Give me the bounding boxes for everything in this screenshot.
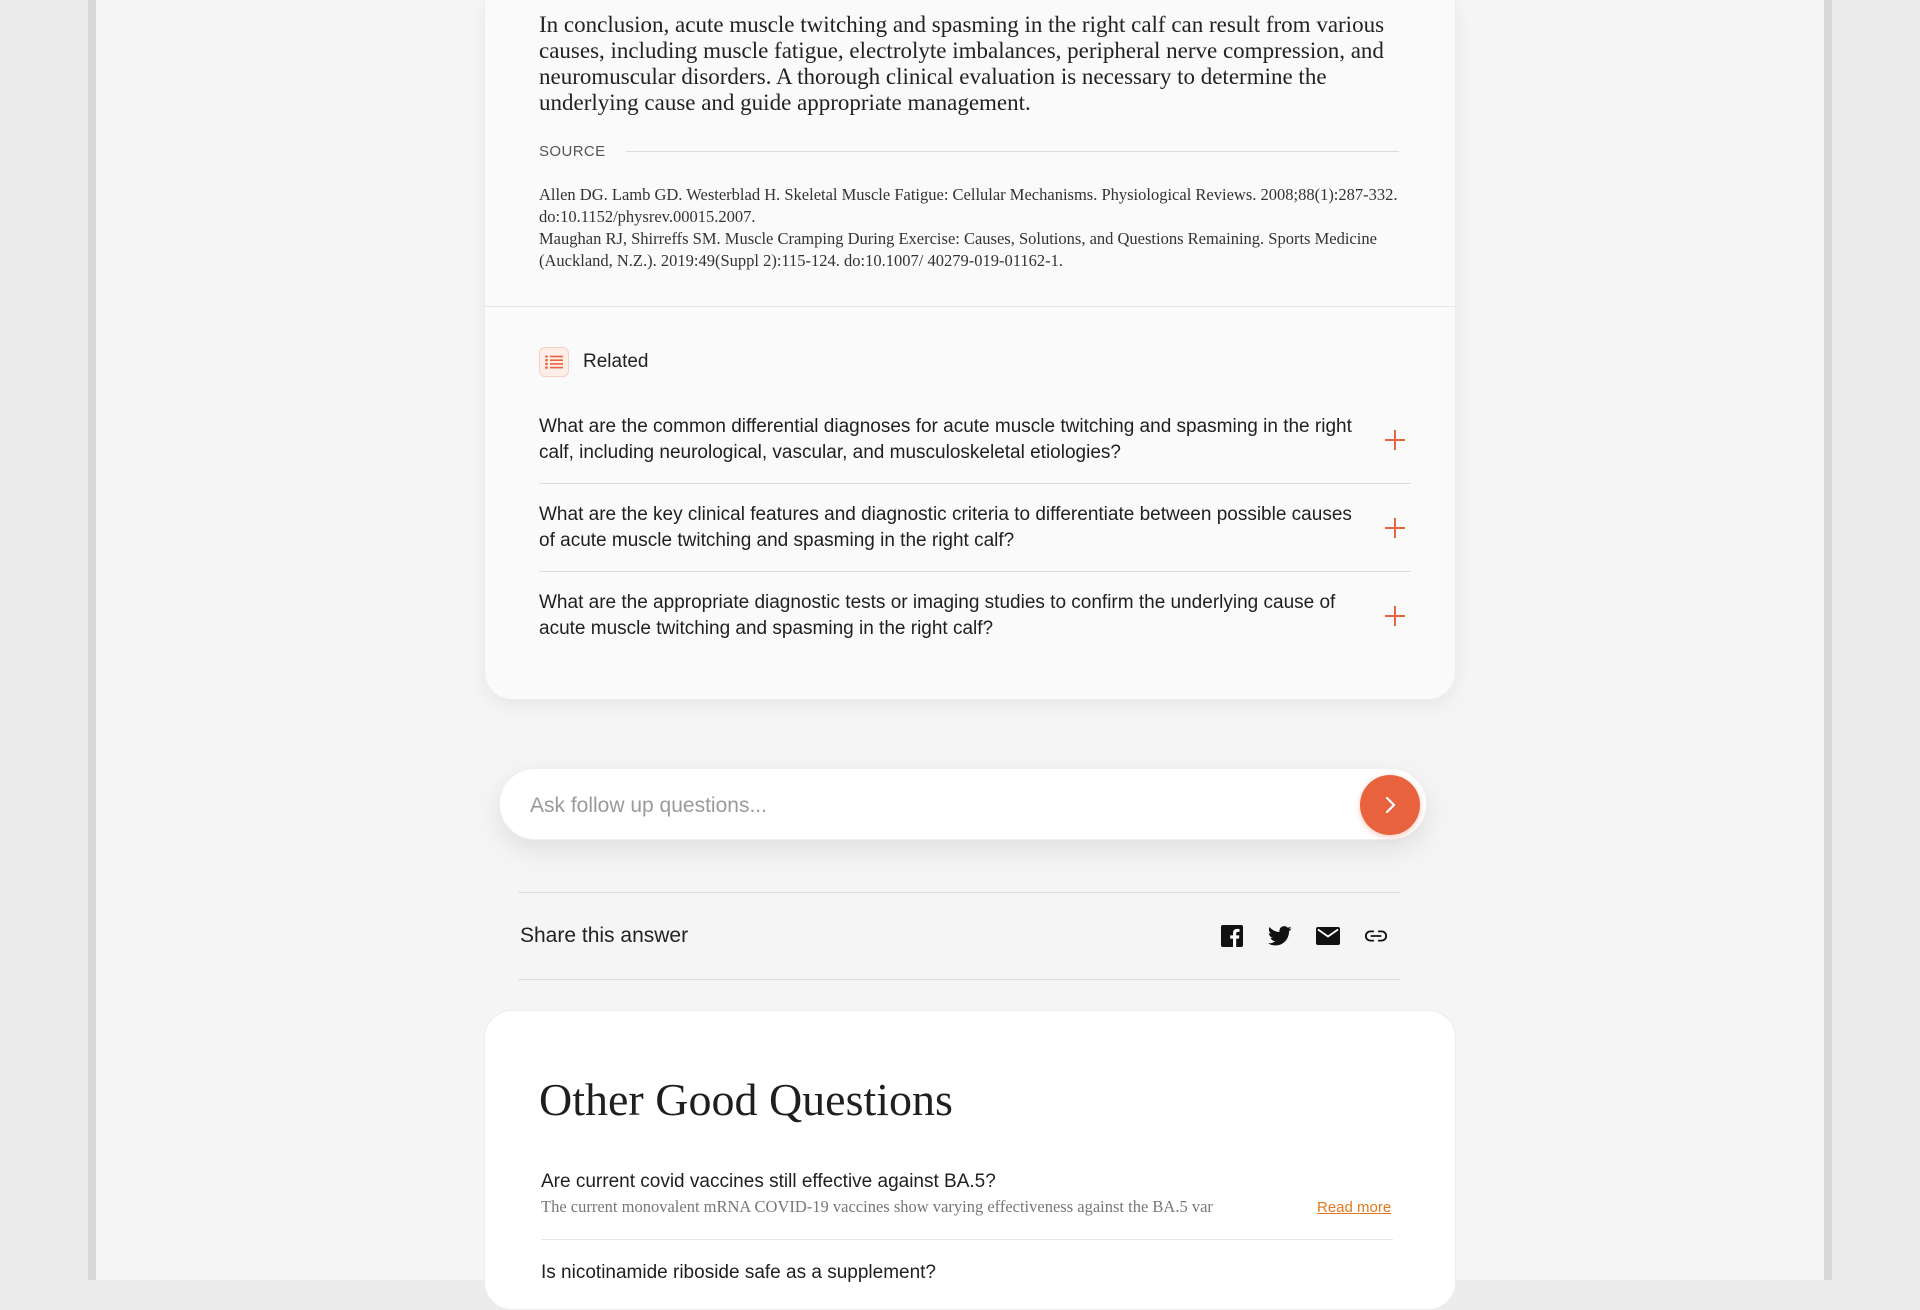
plus-icon[interactable] (1383, 428, 1407, 452)
link-icon[interactable] (1364, 924, 1388, 948)
followup-bar (499, 768, 1427, 840)
related-question-item[interactable]: What are the key clinical features and d… (539, 484, 1411, 572)
other-question-text[interactable]: Are current covid vaccines still effecti… (541, 1169, 1393, 1195)
related-header: Related (539, 346, 649, 378)
other-questions-title: Other Good Questions (539, 1074, 953, 1125)
plus-icon[interactable] (1383, 604, 1407, 628)
other-question-preview: The current monovalent mRNA COVID-19 vac… (541, 1197, 1393, 1217)
email-icon[interactable] (1316, 924, 1340, 948)
facebook-icon[interactable] (1220, 924, 1244, 948)
window-left-edge (88, 0, 96, 1280)
source-header: SOURCE (539, 142, 1399, 160)
read-more-link[interactable]: Read more (1317, 1199, 1391, 1216)
related-question-text: What are the common differential diagnos… (539, 415, 1352, 463)
citation-list: Allen DG. Lamb GD. Westerblad H. Skeleta… (539, 184, 1399, 272)
followup-input[interactable] (528, 787, 1312, 825)
citation-item: Maughan RJ, Shirreffs SM. Muscle Crampin… (539, 229, 1377, 270)
related-question-text: What are the key clinical features and d… (539, 503, 1352, 551)
source-divider (625, 150, 1399, 152)
window-right-edge (1824, 0, 1832, 1280)
other-questions-card: Other Good Questions Are current covid v… (484, 1010, 1456, 1310)
answer-conclusion: In conclusion, acute muscle twitching an… (539, 12, 1385, 115)
other-question-item[interactable]: Are current covid vaccines still effecti… (541, 1169, 1393, 1240)
plus-icon[interactable] (1383, 516, 1407, 540)
twitter-icon[interactable] (1268, 924, 1292, 948)
other-question-text[interactable]: Is nicotinamide riboside safe as a suppl… (541, 1260, 1393, 1286)
related-question-list: What are the common differential diagnos… (539, 396, 1411, 660)
list-icon (539, 347, 569, 377)
card-divider (485, 306, 1455, 307)
source-label: SOURCE (539, 142, 606, 160)
other-questions-list: Are current covid vaccines still effecti… (541, 1169, 1393, 1286)
related-question-item[interactable]: What are the common differential diagnos… (539, 396, 1411, 484)
chevron-right-icon (1385, 796, 1396, 814)
other-question-excerpt: The current monovalent mRNA COVID-19 vac… (541, 1197, 1213, 1216)
share-label: Share this answer (520, 924, 689, 947)
answer-card: In conclusion, acute muscle twitching an… (484, 0, 1456, 700)
share-icon-group (1220, 924, 1388, 948)
page-content: In conclusion, acute muscle twitching an… (96, 0, 1824, 1310)
related-title: Related (583, 351, 649, 372)
related-question-item[interactable]: What are the appropriate diagnostic test… (539, 572, 1411, 660)
other-question-item[interactable]: Is nicotinamide riboside safe as a suppl… (541, 1240, 1393, 1286)
send-button[interactable] (1360, 775, 1420, 835)
citation-item: Allen DG. Lamb GD. Westerblad H. Skeleta… (539, 185, 1398, 226)
share-bar: Share this answer (518, 892, 1400, 980)
related-question-text: What are the appropriate diagnostic test… (539, 592, 1336, 639)
